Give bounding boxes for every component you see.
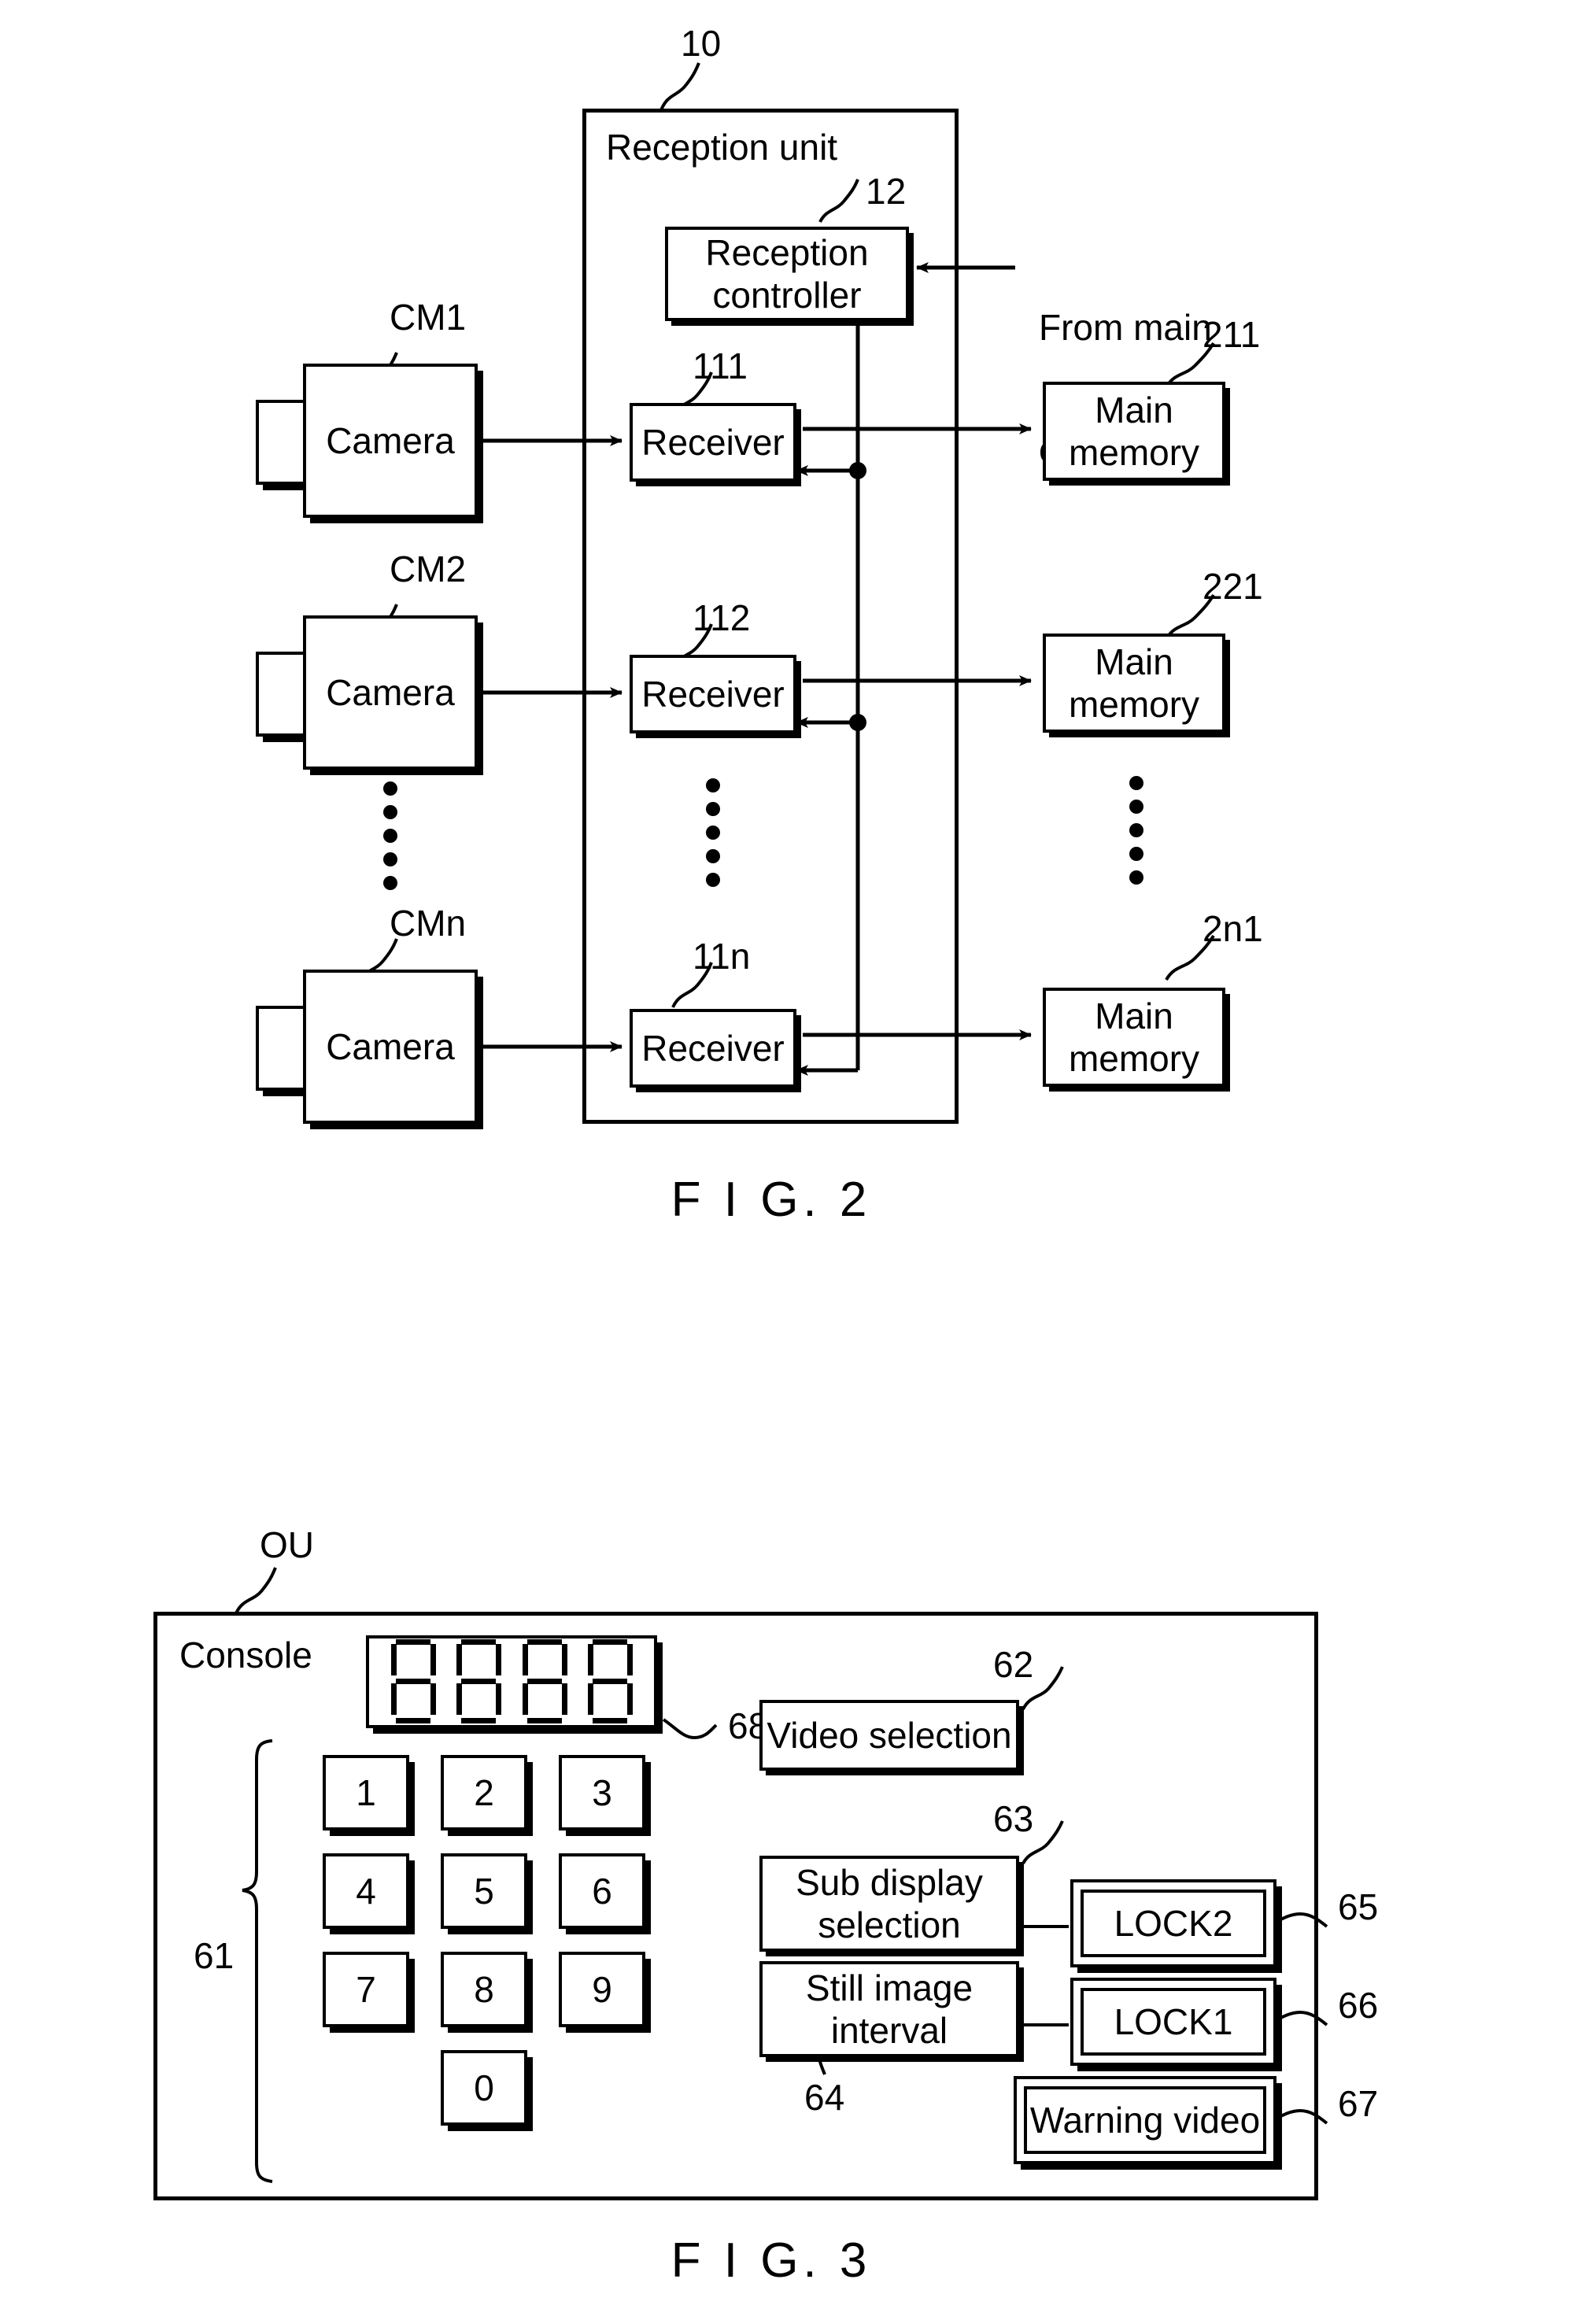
keypad-key-6[interactable]: 6: [559, 1853, 645, 1929]
keypad-key-label: 9: [592, 1969, 612, 2010]
seven-segment-digit: [520, 1638, 569, 1726]
camera-box-n: Camera: [303, 970, 478, 1124]
camera-box-2: Camera: [303, 615, 478, 770]
camera-box-1: Camera: [303, 364, 478, 518]
camera-label-2: Camera: [326, 672, 455, 713]
keypad-key-7[interactable]: 7: [323, 1952, 409, 2027]
keypad-key-label: 0: [474, 2067, 494, 2108]
seven-segment-display: [366, 1635, 657, 1728]
keypad-key-5[interactable]: 5: [441, 1853, 527, 1929]
camera-label-n: Camera: [326, 1026, 455, 1067]
lock1-label: LOCK1: [1114, 2001, 1233, 2042]
keypad-key-2[interactable]: 2: [441, 1755, 527, 1831]
keypad-key-label: 5: [474, 1871, 494, 1912]
ref-67: 67: [1338, 2083, 1379, 2124]
sub-display-selection-line1: Sub display: [796, 1862, 983, 1903]
still-image-interval-line2: interval: [830, 2010, 948, 2051]
ref-62: 62: [993, 1644, 1034, 1685]
keypad-key-0[interactable]: 0: [441, 2050, 527, 2126]
video-selection-button[interactable]: Video selection: [759, 1700, 1019, 1771]
keypad-key-label: 4: [356, 1871, 376, 1912]
keypad-key-label: 3: [592, 1772, 612, 1813]
ref-63: 63: [993, 1798, 1034, 1839]
keypad-key-9[interactable]: 9: [559, 1952, 645, 2027]
sub-display-selection-line2: selection: [818, 1904, 961, 1945]
figure3-caption: F I G. 3: [671, 2233, 872, 2288]
ref-61: 61: [194, 1935, 235, 1976]
keypad-key-label: 8: [474, 1969, 494, 2010]
still-image-interval-line1: Still image: [805, 1967, 973, 2008]
seven-segment-digit: [389, 1638, 438, 1726]
ref-65: 65: [1338, 1886, 1379, 1927]
keypad-key-3[interactable]: 3: [559, 1755, 645, 1831]
ref-64: 64: [804, 2077, 845, 2118]
seven-segment-digit: [454, 1638, 503, 1726]
keypad-key-label: 6: [592, 1871, 612, 1912]
lock1-button[interactable]: LOCK1: [1070, 1978, 1276, 2066]
ref-66: 66: [1338, 1985, 1379, 2026]
keypad-key-4[interactable]: 4: [323, 1853, 409, 1929]
warning-video-label: Warning video: [1029, 2100, 1261, 2141]
camera-lens-1: [256, 400, 306, 485]
sub-display-selection-button[interactable]: Sub display selection: [759, 1856, 1019, 1952]
keypad-key-label: 2: [474, 1772, 494, 1813]
keypad-key-1[interactable]: 1: [323, 1755, 409, 1831]
keypad-key-label: 1: [356, 1772, 376, 1813]
camera-lens-2: [256, 652, 306, 737]
keypad-key-8[interactable]: 8: [441, 1952, 527, 2027]
warning-video-button[interactable]: Warning video: [1014, 2076, 1276, 2164]
ref-ou: OU: [260, 1524, 314, 1565]
lock2-label: LOCK2: [1114, 1903, 1233, 1944]
camera-label-1: Camera: [326, 420, 455, 461]
video-selection-label: Video selection: [767, 1715, 1012, 1756]
patent-drawing-sheet: Reception unit 10 Reception controller 1…: [0, 0, 1596, 2320]
keypad-key-label: 7: [356, 1969, 376, 2010]
lock2-button[interactable]: LOCK2: [1070, 1879, 1276, 1967]
camera-lens-n: [256, 1006, 306, 1091]
seven-segment-digit: [586, 1638, 634, 1726]
still-image-interval-button[interactable]: Still image interval: [759, 1961, 1019, 2057]
console-label: Console: [179, 1635, 312, 1675]
